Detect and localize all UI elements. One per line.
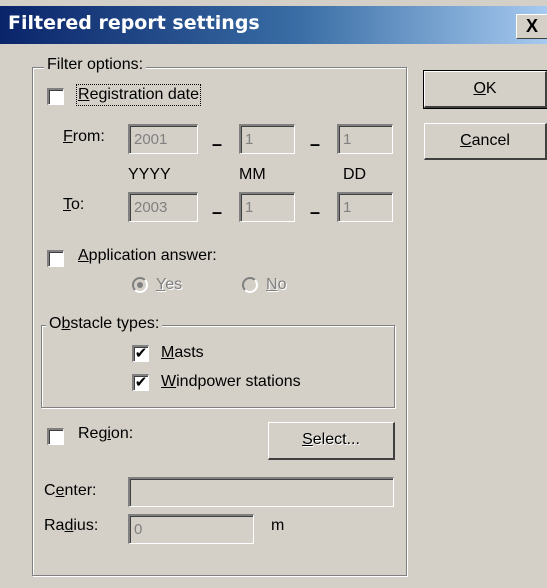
close-icon: X [525, 16, 538, 36]
center-input[interactable] [128, 477, 394, 507]
obstacle-types-legend: Obstacle types: [46, 315, 163, 333]
application-answer-checkbox[interactable] [47, 250, 64, 267]
select-region-button[interactable]: Select... [268, 422, 395, 460]
to-day-input[interactable]: 1 [337, 192, 393, 222]
yes-radio[interactable] [132, 277, 148, 293]
filter-options-legend: Filter options: [44, 56, 147, 74]
check-icon: ✔ [134, 374, 148, 391]
to-separator-2: – [310, 202, 321, 222]
radius-unit: m [271, 517, 285, 534]
region-checkbox[interactable] [47, 428, 64, 445]
title-bar[interactable]: Filtered report settings X [0, 6, 547, 44]
from-month-input[interactable]: 1 [239, 124, 295, 154]
to-year-input[interactable]: 2003 [128, 192, 198, 222]
registration-date-checkbox[interactable] [47, 88, 64, 105]
to-separator-1: – [212, 202, 223, 222]
from-year-input[interactable]: 2001 [128, 124, 198, 154]
obstacle-types-group [41, 325, 395, 408]
masts-checkbox[interactable]: ✔ [132, 345, 149, 362]
to-label: To: [63, 196, 85, 213]
to-month-input[interactable]: 1 [239, 192, 295, 222]
radius-input[interactable]: 0 [128, 514, 254, 544]
check-icon: ✔ [134, 345, 148, 362]
from-separator-2: – [310, 134, 321, 154]
registration-date-label[interactable]: Registration date [76, 84, 201, 106]
from-day-input[interactable]: 1 [337, 124, 393, 154]
yyyy-caption: YYYY [128, 166, 171, 183]
application-answer-label[interactable]: Application answer: [78, 247, 217, 265]
no-radio[interactable] [242, 277, 258, 293]
ok-button[interactable]: OK [423, 70, 547, 109]
windpower-stations-checkbox[interactable]: ✔ [132, 374, 149, 391]
center-label: Center: [44, 482, 97, 499]
from-separator-1: – [212, 134, 223, 154]
region-label[interactable]: Region: [78, 425, 133, 443]
radius-label: Radius: [44, 517, 99, 534]
dd-caption: DD [343, 166, 367, 183]
mm-caption: MM [239, 166, 266, 183]
no-label[interactable]: No [266, 276, 286, 294]
windpower-stations-label[interactable]: Windpower stations [161, 373, 301, 391]
window-title: Filtered report settings [8, 12, 260, 34]
close-button[interactable]: X [516, 14, 547, 39]
yes-label[interactable]: Yes [156, 276, 182, 294]
cancel-button[interactable]: Cancel [424, 123, 547, 160]
from-label: From: [63, 128, 105, 145]
filtered-report-settings-dialog: Filtered report settings X Filter option… [0, 0, 547, 588]
masts-label[interactable]: Masts [161, 344, 204, 362]
yes-radio-dot [137, 282, 143, 288]
